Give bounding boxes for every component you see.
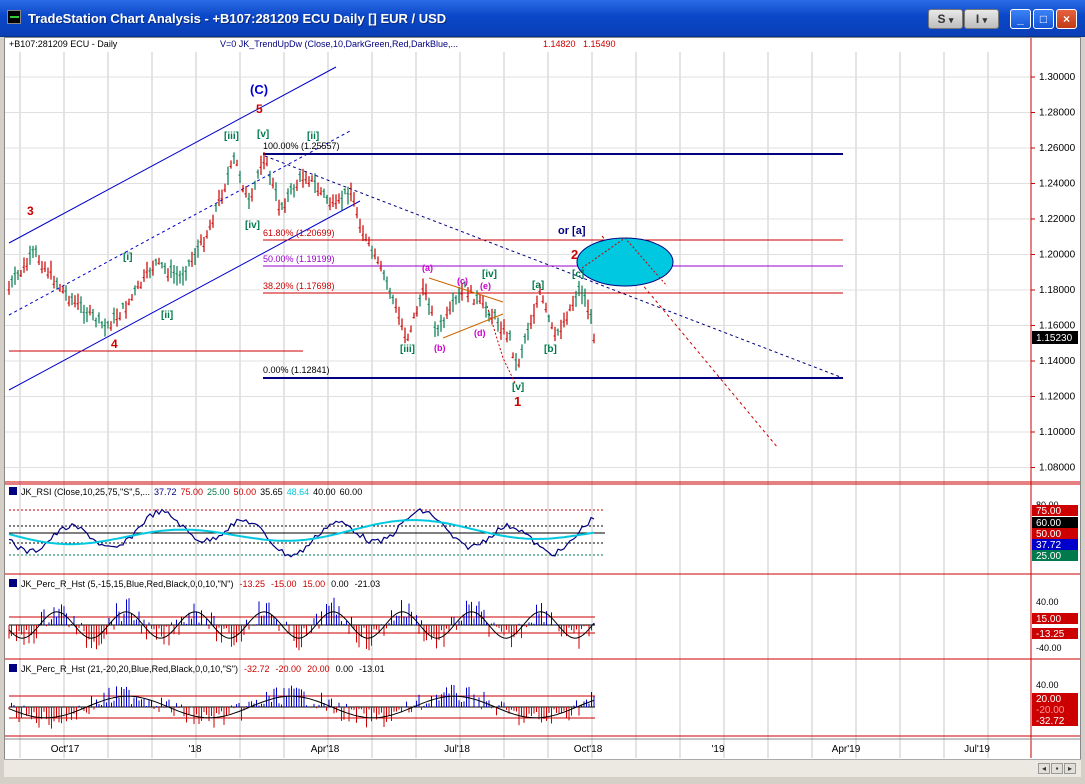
perc1-label: JK_Perc_R_Hst (5,-15,15,Blue,Red,Black,0…	[21, 579, 380, 589]
price-tick-label: 1.28000	[1039, 108, 1076, 119]
perc2-badge-hidden-text: -20.00	[1036, 705, 1065, 716]
time-axis-label: '18	[188, 744, 201, 755]
wave-label-3: 3	[27, 204, 34, 218]
window-title: TradeStation Chart Analysis - +B107:2812…	[28, 11, 447, 26]
scroll-right-arrow[interactable]: ▸	[1064, 763, 1076, 774]
fib-0-label: 0.00% (1.12841)	[263, 365, 330, 375]
wave-label-ii: [ii]	[161, 310, 173, 321]
perc1-histogram	[8, 597, 595, 651]
wave-label-iii-top: [iii]	[224, 131, 239, 142]
perc1-badge-current-text: -13.25	[1036, 629, 1065, 640]
fib-382-label: 38.20% (1.17698)	[263, 281, 335, 291]
symbol-label: +B107:281209 ECU - Daily	[9, 39, 118, 49]
triangle-thrust-line	[486, 305, 516, 384]
horizontal-scrollbar[interactable]: ◂ ▪ ▸	[4, 759, 1081, 777]
trend-indicator-value2: 1.15490	[583, 39, 616, 49]
price-tick-label: 1.26000	[1039, 143, 1076, 154]
wave-label-v-low: [v]	[512, 382, 524, 393]
wave-label-i: [i]	[123, 252, 132, 263]
wave-label-e: (e)	[480, 281, 491, 291]
time-axis-label: '19	[711, 744, 724, 755]
perc1-panel-icon[interactable]	[9, 579, 17, 587]
price-tick-label: 1.16000	[1039, 321, 1076, 332]
wave-label-c-square: [c]	[572, 269, 584, 280]
chart-svg[interactable]: +B107:281209 ECU - Daily V=0 JK_TrendUpD…	[5, 38, 1081, 777]
app-icon	[7, 10, 21, 24]
wave-label-a: (a)	[422, 263, 433, 273]
price-tick-label: 1.30000	[1039, 72, 1076, 83]
fib-50-label: 50.00% (1.19199)	[263, 254, 335, 264]
price-tick-label: 1.22000	[1039, 214, 1076, 225]
wave-label-iv-top: [iv]	[245, 220, 260, 231]
wave-label-c: (C)	[250, 82, 268, 97]
perc2-panel-icon[interactable]	[9, 664, 17, 672]
i-dropdown-button[interactable]: I ▾	[964, 9, 999, 29]
close-button[interactable]: ×	[1056, 9, 1077, 29]
rsi-badge-25-text: 25.00	[1036, 551, 1061, 562]
perc1-scale-bottom: -40.00	[1036, 643, 1062, 653]
time-axis-label: Jul'18	[444, 744, 470, 755]
rsi-badge-current-text: 37.72	[1036, 540, 1061, 551]
wave-label-iv-mid: [iv]	[482, 269, 497, 280]
price-tick-label: 1.12000	[1039, 392, 1076, 403]
perc2-label: JK_Perc_R_Hst (21,-20,20,Blue,Red,Black,…	[21, 664, 385, 674]
time-axis-label: Apr'19	[832, 744, 861, 755]
wave-label-4: 4	[111, 337, 118, 351]
price-tick-label: 1.18000	[1039, 285, 1076, 296]
maximize-button[interactable]: □	[1033, 9, 1054, 29]
wave-label-ii-top: [ii]	[307, 131, 319, 142]
minimize-button[interactable]: _	[1010, 9, 1031, 29]
wave-label-2: 2	[571, 247, 578, 262]
rsi-panel-icon[interactable]	[9, 487, 17, 495]
wave-label-5: 5	[256, 102, 263, 116]
rsi-badge-60-text: 60.00	[1036, 518, 1061, 529]
fib-618-label: 61.80% (1.20699)	[263, 228, 335, 238]
s-dropdown-button[interactable]: S ▾	[928, 9, 963, 29]
wave-label-v-top: [v]	[257, 129, 269, 140]
time-axis: Oct'17 '18 Apr'18 Jul'18 Oct'18 '19 Apr'19 Jul'…	[51, 744, 991, 755]
perc2-badge-20-text: 20.00	[1036, 694, 1061, 705]
price-tick-label: 1.14000	[1039, 356, 1076, 367]
wave-label-b: (b)	[434, 343, 446, 353]
time-axis-label: Jul'19	[964, 744, 990, 755]
rsi-label: JK_RSI (Close,10,25,75,"S",5,... 37.72 75.…	[21, 487, 362, 497]
wave-label-or-a: or [a]	[558, 225, 586, 237]
target-zone-ellipse	[576, 237, 674, 287]
last-price-text: 1.15230	[1036, 333, 1073, 344]
wave-label-1: 1	[514, 394, 521, 409]
price-axis: 1.30000 1.28000 1.26000 1.24000 1.22000 1.200…	[1031, 72, 1076, 474]
trend-indicator-value1: 1.14820	[543, 39, 576, 49]
perc2-badge-current-text: -32.72	[1036, 716, 1065, 727]
fib-100-label: 100.00% (1.25557)	[263, 141, 340, 151]
wave-label-a-square: [a]	[532, 280, 544, 291]
chart-area[interactable]: +B107:281209 ECU - Daily V=0 JK_TrendUpD…	[4, 37, 1081, 777]
time-axis-label: Apr'18	[311, 744, 340, 755]
trend-indicator-label: V=0 JK_TrendUpDw (Close,10,DarkGreen,Red…	[220, 39, 458, 49]
rsi-badge-75-text: 75.00	[1036, 506, 1061, 517]
perc1-badge-15-text: 15.00	[1036, 614, 1061, 625]
time-axis-label: Oct'18	[574, 744, 603, 755]
scroll-left-arrow[interactable]: ◂	[1038, 763, 1050, 774]
price-tick-label: 1.24000	[1039, 179, 1076, 190]
perc2-scale-top: 40.00	[1036, 680, 1059, 690]
price-tick-label: 1.20000	[1039, 250, 1076, 261]
vertical-gridlines	[19, 52, 989, 758]
price-tick-label: 1.10000	[1039, 427, 1076, 438]
wave-label-c-small: (c)	[457, 276, 468, 286]
title-bar: TradeStation Chart Analysis - +B107:2812…	[0, 0, 1085, 37]
rsi-badge-50-text: 50.00	[1036, 529, 1061, 540]
wave-label-b-square: [b]	[544, 344, 557, 355]
wave-label-iii-low: [iii]	[400, 344, 415, 355]
price-tick-label: 1.08000	[1039, 463, 1076, 474]
perc1-scale-top: 40.00	[1036, 597, 1059, 607]
scroll-thumb[interactable]: ▪	[1051, 763, 1063, 774]
wave-label-d: (d)	[474, 328, 486, 338]
time-axis-label: Oct'17	[51, 744, 80, 755]
